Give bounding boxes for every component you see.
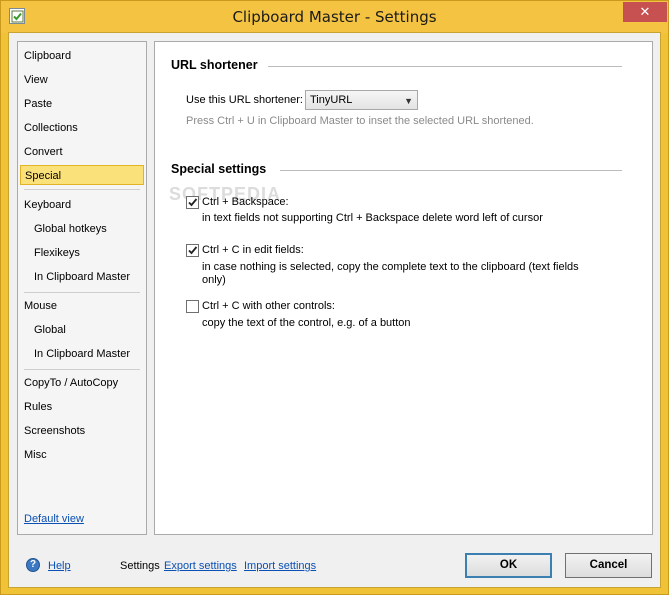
section-divider: [268, 66, 622, 67]
cancel-button[interactable]: Cancel: [565, 553, 652, 578]
help-link[interactable]: Help: [48, 560, 71, 572]
nav-item-convert[interactable]: Convert: [24, 142, 63, 162]
ctrl-backspace-description: in text fields not supporting Ctrl + Bac…: [202, 212, 543, 224]
close-button[interactable]: ✕: [623, 2, 667, 22]
ok-button[interactable]: OK: [465, 553, 552, 578]
default-view-link[interactable]: Default view: [24, 513, 84, 525]
url-shortener-hint: Press Ctrl + U in Clipboard Master to in…: [186, 115, 534, 127]
settings-label: Settings: [120, 560, 160, 572]
settings-window: Clipboard Master - Settings ✕ Clipboard …: [0, 0, 669, 595]
settings-navigation: Clipboard View Paste Collections Convert…: [17, 41, 147, 535]
nav-item-mouse-global[interactable]: Global: [34, 320, 66, 340]
nav-item-clipboard[interactable]: Clipboard: [24, 46, 71, 66]
nav-item-collections[interactable]: Collections: [24, 118, 78, 138]
nav-item-paste[interactable]: Paste: [24, 94, 52, 114]
ctrl-c-other-controls-label[interactable]: Ctrl + C with other controls:: [202, 300, 335, 312]
nav-separator: [24, 189, 140, 190]
url-shortener-select[interactable]: TinyURL ▼: [305, 90, 418, 110]
url-shortener-select-value: TinyURL: [310, 94, 353, 106]
nav-item-mouse-in-clipboard-master[interactable]: In Clipboard Master: [34, 344, 130, 364]
special-settings-heading: Special settings: [171, 162, 267, 176]
nav-separator: [24, 292, 140, 293]
nav-item-keyboard-in-clipboard-master[interactable]: In Clipboard Master: [34, 267, 130, 287]
ctrl-c-other-controls-description: copy the text of the control, e.g. of a …: [202, 317, 411, 329]
settings-panel: URL shortener Use this URL shortener: Ti…: [154, 41, 653, 535]
export-settings-link[interactable]: Export settings: [164, 560, 237, 572]
section-divider: [280, 170, 622, 171]
url-shortener-label: Use this URL shortener:: [186, 94, 303, 106]
ctrl-backspace-label[interactable]: Ctrl + Backspace:: [202, 196, 289, 208]
ctrl-c-other-controls-checkbox[interactable]: [186, 300, 199, 313]
nav-item-copyto-autocopy[interactable]: CopyTo / AutoCopy: [24, 373, 118, 393]
nav-item-view[interactable]: View: [24, 70, 48, 90]
nav-item-global-hotkeys[interactable]: Global hotkeys: [34, 219, 107, 239]
nav-item-mouse[interactable]: Mouse: [24, 296, 57, 316]
import-settings-link[interactable]: Import settings: [244, 560, 316, 572]
nav-item-misc[interactable]: Misc: [24, 445, 47, 465]
nav-item-rules[interactable]: Rules: [24, 397, 52, 417]
nav-item-flexikeys[interactable]: Flexikeys: [34, 243, 80, 263]
ctrl-c-edit-fields-description-line2: only): [202, 274, 226, 286]
chevron-down-icon: ▼: [404, 96, 413, 106]
ctrl-backspace-checkbox[interactable]: [186, 196, 199, 209]
window-title: Clipboard Master - Settings: [232, 8, 437, 26]
nav-item-screenshots[interactable]: Screenshots: [24, 421, 85, 441]
ctrl-c-edit-fields-checkbox[interactable]: [186, 244, 199, 257]
title-bar[interactable]: Clipboard Master - Settings ✕: [1, 1, 668, 33]
help-icon[interactable]: ?: [26, 558, 40, 572]
nav-item-keyboard[interactable]: Keyboard: [24, 195, 71, 215]
dialog-client-area: Clipboard View Paste Collections Convert…: [8, 32, 661, 588]
url-shortener-heading: URL shortener: [171, 58, 258, 72]
ctrl-c-edit-fields-description-line1: in case nothing is selected, copy the co…: [202, 261, 579, 273]
ctrl-c-edit-fields-label[interactable]: Ctrl + C in edit fields:: [202, 244, 304, 256]
nav-separator: [24, 369, 140, 370]
nav-item-special[interactable]: Special: [20, 165, 144, 185]
